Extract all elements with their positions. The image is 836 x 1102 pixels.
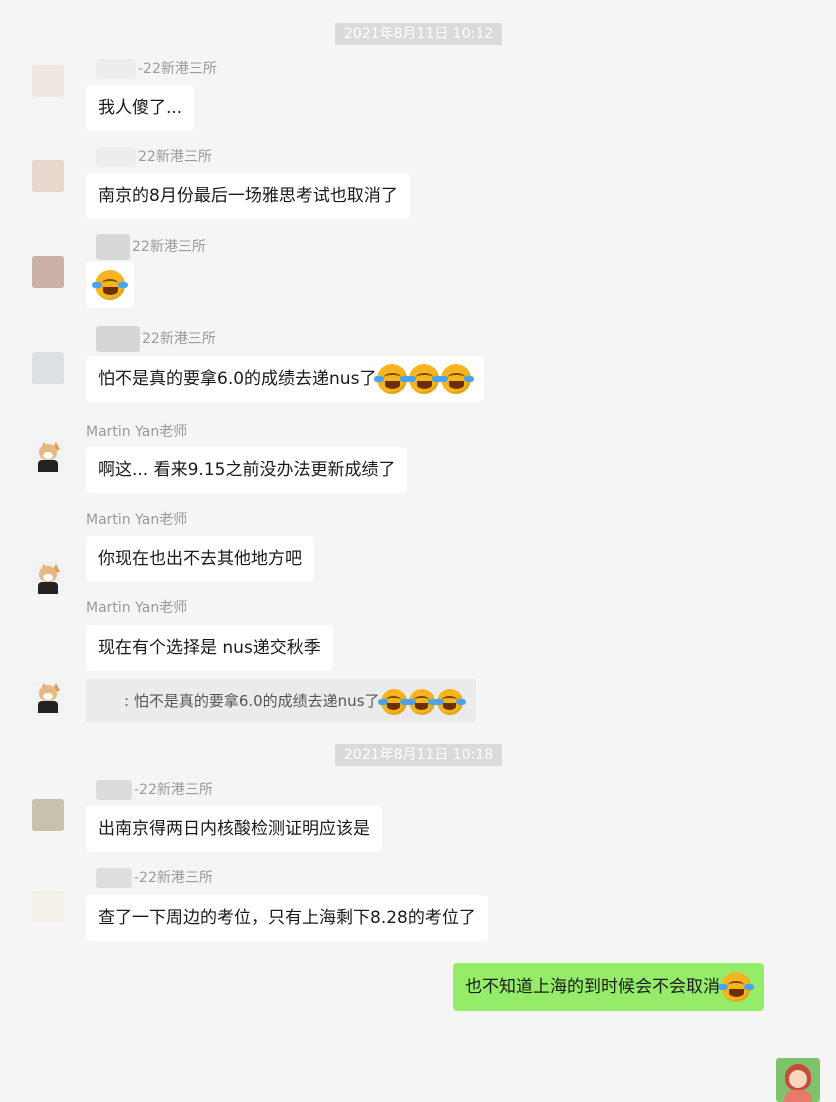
avatar[interactable]	[32, 65, 64, 97]
blurred-name	[96, 59, 136, 79]
avatar[interactable]	[32, 160, 64, 192]
teacher-avatar[interactable]	[32, 562, 64, 594]
avatar[interactable]	[32, 256, 64, 288]
quote-text: : 怕不是真的要拿6.0的成绩去递nus了	[124, 692, 380, 710]
message-bubble[interactable]	[86, 262, 134, 308]
message-bubble[interactable]: 查了一下周边的考位，只有上海剩下8.28的考位了	[86, 895, 488, 941]
avatar[interactable]	[32, 799, 64, 831]
sender-name: 22新港三所	[96, 146, 212, 167]
laughing-crying-emoji-icon	[405, 688, 438, 715]
teacher-avatar[interactable]	[32, 440, 64, 472]
message-text: 怕不是真的要拿6.0的成绩去递nus了	[98, 369, 377, 389]
laughing-crying-emoji-icon	[438, 364, 475, 394]
sender-name: -22新港三所	[96, 58, 217, 79]
sender-name: Martin Yan老师	[86, 512, 188, 528]
laughing-crying-emoji-icon	[718, 972, 754, 1002]
laughing-crying-emoji-icon	[377, 688, 410, 715]
blurred-name	[96, 868, 132, 888]
avatar[interactable]	[32, 352, 64, 384]
laughing-crying-emoji-icon	[433, 688, 466, 715]
message-bubble[interactable]: 我人傻了...	[86, 85, 195, 131]
quoted-message[interactable]: : 怕不是真的要拿6.0的成绩去递nus了	[86, 679, 476, 723]
blurred-name	[96, 234, 130, 260]
laughing-crying-emoji-icon	[92, 270, 128, 300]
message-bubble[interactable]: 啊这... 看来9.15之前没办法更新成绩了	[86, 447, 408, 493]
blurred-name	[96, 780, 132, 800]
timestamp: 2021年8月11日 10:18	[335, 744, 503, 766]
blurred-name	[96, 147, 136, 167]
laughing-crying-emoji-icon	[406, 364, 443, 394]
blurred-name	[96, 326, 140, 352]
my-message-bubble[interactable]: 也不知道上海的到时候会不会取消	[453, 963, 764, 1011]
my-avatar[interactable]	[776, 1058, 820, 1102]
teacher-avatar[interactable]	[32, 681, 64, 713]
message-bubble[interactable]: 怕不是真的要拿6.0的成绩去递nus了	[86, 356, 485, 402]
sender-name: 22新港三所	[96, 234, 206, 260]
message-bubble[interactable]: 你现在也出不去其他地方吧	[86, 536, 314, 582]
avatar[interactable]	[32, 891, 64, 923]
laughing-crying-emoji-icon	[374, 364, 411, 394]
sender-name: Martin Yan老师	[86, 424, 188, 440]
sender-name: 22新港三所	[96, 326, 216, 352]
message-bubble[interactable]: 南京的8月份最后一场雅思考试也取消了	[86, 173, 410, 219]
sender-name: -22新港三所	[96, 779, 213, 800]
sender-name: Martin Yan老师	[86, 600, 188, 616]
sender-name: -22新港三所	[96, 867, 213, 888]
message-bubble[interactable]: 现在有个选择是 nus递交秋季	[86, 625, 333, 671]
message-bubble[interactable]: 出南京得两日内核酸检测证明应该是	[86, 806, 382, 852]
message-text: 也不知道上海的到时候会不会取消	[465, 977, 720, 997]
timestamp: 2021年8月11日 10:12	[335, 23, 503, 45]
